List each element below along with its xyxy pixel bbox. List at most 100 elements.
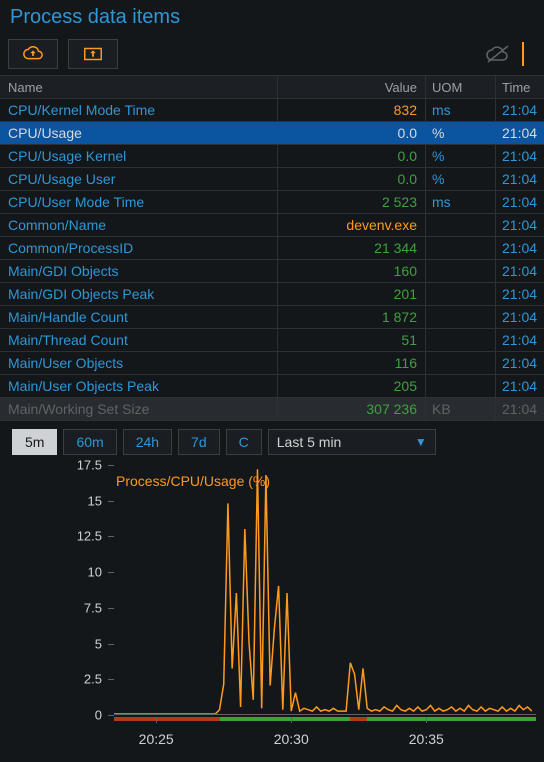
cell-time: 21:04 (496, 168, 544, 190)
range-bar: 5m60m 24h7dC Last 5 min ▼ (0, 421, 544, 461)
export-button[interactable] (68, 39, 118, 69)
cell-name[interactable]: CPU/Kernel Mode Time (0, 99, 278, 121)
table-row[interactable]: Main/Handle Count1 872 21:04 (0, 306, 544, 329)
cell-uom (426, 283, 496, 305)
status-segment (367, 717, 536, 721)
upload-cloud-button[interactable] (8, 39, 58, 69)
col-header-value[interactable]: Value (278, 76, 426, 98)
page-title: Process data items (0, 0, 544, 33)
cell-name[interactable]: Main/Working Set Size (0, 398, 278, 420)
export-icon (82, 45, 104, 63)
table-row[interactable]: Main/GDI Objects Peak20121:04 (0, 283, 544, 306)
cell-value: 205 (278, 375, 426, 397)
table-row[interactable]: Main/Working Set Size307 236KB21:04 (0, 398, 544, 421)
x-tick-label: 20:30 (274, 731, 309, 747)
cell-value: 1 872 (278, 306, 426, 328)
cell-name[interactable]: Main/GDI Objects Peak (0, 283, 278, 305)
status-segment (114, 717, 220, 721)
range-select[interactable]: Last 5 min ▼ (268, 429, 436, 455)
table-row[interactable]: CPU/Usage User0.0%21:04 (0, 168, 544, 191)
cell-uom (426, 260, 496, 282)
cell-name[interactable]: CPU/Usage (0, 122, 278, 144)
table-header: Name Value UOM Time (0, 76, 544, 99)
cell-time: 21:04 (496, 352, 544, 374)
expand-button[interactable] (522, 42, 536, 66)
table-row[interactable]: Common/Namedevenv.exe21:04 (0, 214, 544, 237)
cell-uom (426, 329, 496, 351)
cell-value: 307 236 (278, 398, 426, 420)
cell-name[interactable]: Main/Handle Count (0, 306, 278, 328)
cell-uom: KB (426, 398, 496, 420)
cell-value: devenv.exe (278, 214, 426, 236)
cell-name[interactable]: Main/Thread Count (0, 329, 278, 351)
cell-time: 21:04 (496, 260, 544, 282)
col-header-time[interactable]: Time (496, 76, 544, 98)
cell-name[interactable]: Common/Name (0, 214, 278, 236)
table-row[interactable]: CPU/Usage0.0%21:04 (0, 122, 544, 145)
range-button-C[interactable]: C (226, 429, 262, 455)
cell-value: 0.0 (278, 168, 426, 190)
cell-value: 0.0 (278, 122, 426, 144)
cell-uom (426, 237, 496, 259)
toolbar (0, 33, 544, 75)
cell-name[interactable]: Main/User Objects (0, 352, 278, 374)
cell-value: 21 344 (278, 237, 426, 259)
table-row[interactable]: Main/User Objects116 21:04 (0, 352, 544, 375)
cell-name[interactable]: Main/GDI Objects (0, 260, 278, 282)
cell-time: 21:04 (496, 329, 544, 351)
y-tick-label: 5 (95, 636, 102, 651)
cell-uom: % (426, 122, 496, 144)
cell-value: 201 (278, 283, 426, 305)
cell-value: 0.0 (278, 145, 426, 167)
cell-name[interactable]: CPU/User Mode Time (0, 191, 278, 213)
x-tick-label: 20:25 (139, 731, 174, 747)
cell-time: 21:04 (496, 99, 544, 121)
cell-value: 116 (278, 352, 426, 374)
range-button-60m[interactable]: 60m (63, 429, 116, 455)
cell-time: 21:04 (496, 237, 544, 259)
table-row[interactable]: Main/Thread Count51 21:04 (0, 329, 544, 352)
cell-time: 21:04 (496, 375, 544, 397)
cell-uom (426, 306, 496, 328)
chevron-down-icon: ▼ (415, 435, 427, 449)
range-button-5m[interactable]: 5m (12, 429, 57, 455)
col-header-name[interactable]: Name (0, 76, 278, 98)
table-row[interactable]: CPU/User Mode Time2 523ms21:04 (0, 191, 544, 214)
col-header-uom[interactable]: UOM (426, 76, 496, 98)
table-row[interactable]: CPU/Kernel Mode Time832ms21:04 (0, 99, 544, 122)
y-tick-label: 7.5 (84, 600, 102, 615)
cell-name[interactable]: CPU/Usage Kernel (0, 145, 278, 167)
cell-value: 2 523 (278, 191, 426, 213)
table-row[interactable]: Common/ProcessID21 344 21:04 (0, 237, 544, 260)
cell-uom: % (426, 145, 496, 167)
cell-uom: ms (426, 99, 496, 121)
table-row[interactable]: Main/GDI Objects16021:04 (0, 260, 544, 283)
y-tick-label: 15 (88, 493, 102, 508)
status-segment (350, 717, 367, 721)
cell-uom: ms (426, 191, 496, 213)
cell-name[interactable]: Main/User Objects Peak (0, 375, 278, 397)
cloud-upload-icon (22, 45, 44, 63)
x-tick-label: 20:35 (409, 731, 444, 747)
status-segment (220, 717, 351, 721)
range-select-label: Last 5 min (277, 434, 342, 450)
y-tick-label: 10 (88, 565, 102, 580)
cloud-off-icon (484, 42, 512, 66)
cell-uom (426, 375, 496, 397)
table-row[interactable]: Main/User Objects Peak205 21:04 (0, 375, 544, 398)
cell-value: 51 (278, 329, 426, 351)
cell-uom: % (426, 168, 496, 190)
cell-time: 21:04 (496, 306, 544, 328)
cell-time: 21:04 (496, 122, 544, 144)
cell-name[interactable]: Common/ProcessID (0, 237, 278, 259)
cell-uom (426, 352, 496, 374)
cell-time: 21:04 (496, 145, 544, 167)
range-button-7d[interactable]: 7d (178, 429, 220, 455)
cell-uom (426, 214, 496, 236)
chart-plot[interactable] (114, 465, 536, 715)
range-button-24h[interactable]: 24h (123, 429, 172, 455)
table-row[interactable]: CPU/Usage Kernel0.0%21:04 (0, 145, 544, 168)
y-tick-label: 2.5 (84, 672, 102, 687)
cell-time: 21:04 (496, 191, 544, 213)
cell-name[interactable]: CPU/Usage User (0, 168, 278, 190)
